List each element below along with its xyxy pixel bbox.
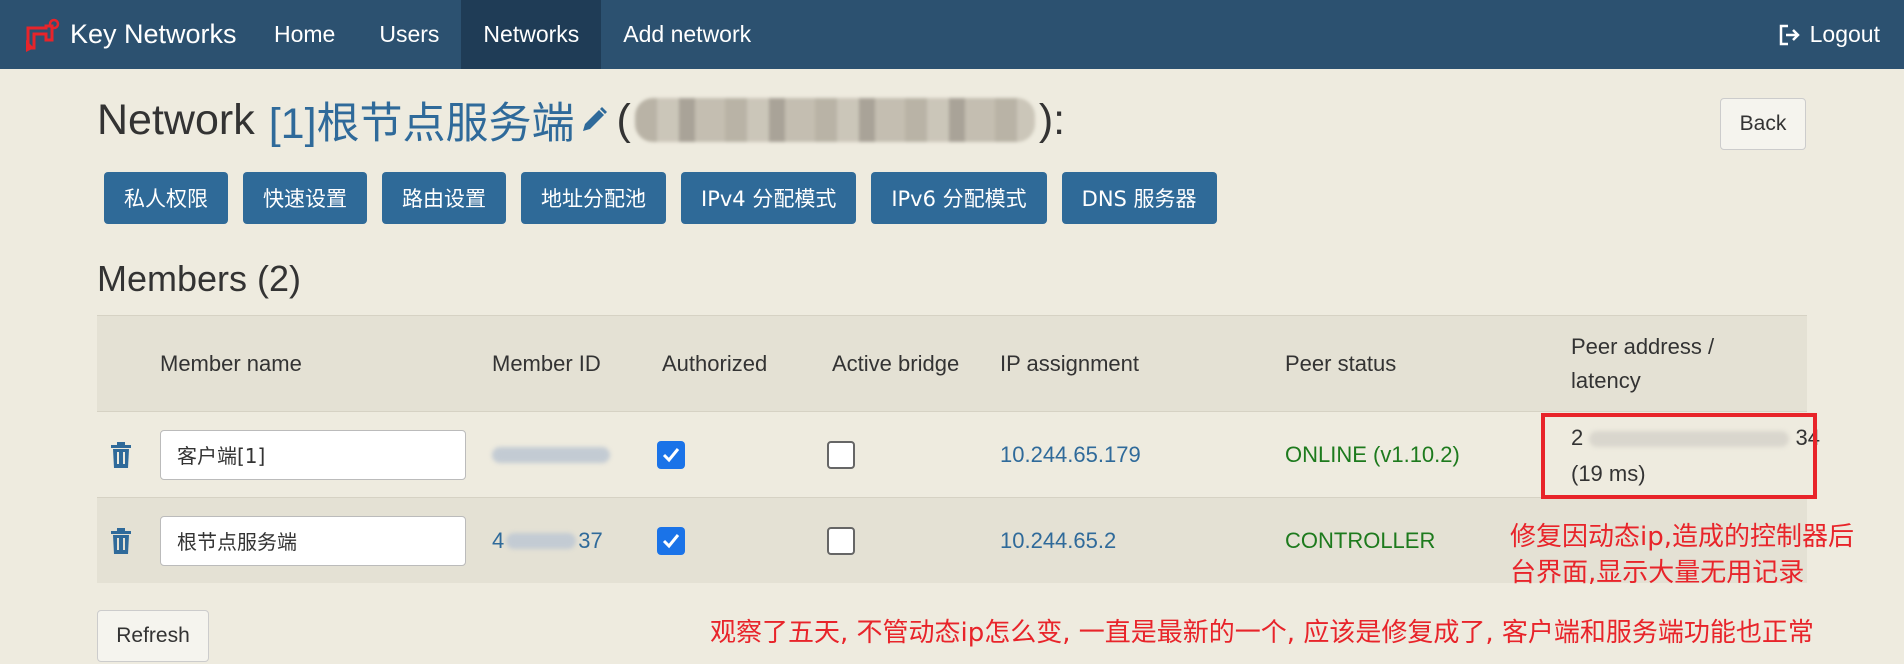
col-ip-assignment: IP assignment xyxy=(1000,350,1140,376)
logout-icon xyxy=(1779,24,1800,45)
annotation-line1: 修复因动态ip,造成的控制器后 xyxy=(1510,522,1854,552)
col-member-name: Member name xyxy=(160,350,302,376)
col-peer-address-line1: Peer address / xyxy=(1571,333,1715,359)
member-id-suffix: 37 xyxy=(578,527,603,553)
brand-label: Key Networks xyxy=(70,19,237,49)
network-name[interactable]: [1]根节点服务端 xyxy=(269,89,575,151)
authorized-checkbox[interactable] xyxy=(657,526,685,555)
col-member-id: Member ID xyxy=(492,350,601,376)
ip-assignment-link[interactable]: 10.244.65.2 xyxy=(1000,498,1116,583)
annotation-line2: 台界面,显示大量无用记录 xyxy=(1510,558,1805,588)
trash-icon xyxy=(111,441,131,468)
ip-assignment-link[interactable]: 10.244.65.179 xyxy=(1000,412,1141,497)
redacted-member-id xyxy=(506,532,577,549)
open-paren: ( xyxy=(616,95,631,144)
peer-status: ONLINE (v1.10.2) xyxy=(1285,441,1460,467)
member-name-input[interactable]: 客户端[1] xyxy=(160,429,466,480)
member-name-input[interactable]: 根节点服务端 xyxy=(160,515,466,566)
key-logo-icon xyxy=(26,18,60,52)
trash-icon xyxy=(111,527,131,554)
ipv4-mode-button[interactable]: IPv4 分配模式 xyxy=(681,172,857,224)
nav-home[interactable]: Home xyxy=(252,0,357,69)
annotation-highlight-box xyxy=(1541,413,1817,499)
redacted-address xyxy=(634,98,1035,142)
members-heading: Members (2) xyxy=(97,258,302,299)
quick-settings-button[interactable]: 快速设置 xyxy=(243,172,367,224)
page-title: Network [1]根节点服务端 ( ): xyxy=(97,90,1065,150)
private-permissions-button[interactable]: 私人权限 xyxy=(104,172,228,224)
back-button[interactable]: Back xyxy=(1720,98,1806,150)
brand[interactable]: Key Networks xyxy=(0,0,252,69)
peer-status: CONTROLLER xyxy=(1285,527,1436,553)
member-id-prefix: 4 xyxy=(492,527,505,553)
logout-label: Logout xyxy=(1809,21,1880,47)
active-bridge-checkbox[interactable] xyxy=(827,440,855,469)
dns-server-button[interactable]: DNS 服务器 xyxy=(1061,172,1217,224)
col-peer-status: Peer status xyxy=(1285,350,1397,376)
check-icon xyxy=(662,447,680,462)
annotation-line3: 观察了五天, 不管动态ip怎么变, 一直是最新的一个, 应该是修复成了, 客户端… xyxy=(710,618,1814,648)
member-id-link[interactable] xyxy=(492,412,610,497)
route-settings-button[interactable]: 路由设置 xyxy=(382,172,506,224)
navbar: Key Networks Home Users Networks Add net… xyxy=(0,0,1904,69)
pencil-icon[interactable] xyxy=(579,105,609,135)
table-header: Member name Member ID Authorized Active … xyxy=(97,315,1807,411)
close-paren: ): xyxy=(1038,95,1066,144)
redacted-member-id xyxy=(492,446,610,463)
delete-member-button[interactable] xyxy=(110,412,132,497)
nav-users[interactable]: Users xyxy=(357,0,461,69)
delete-member-button[interactable] xyxy=(110,498,132,583)
network-toolbar: 私人权限 快速设置 路由设置 地址分配池 IPv4 分配模式 IPv6 分配模式… xyxy=(104,172,1217,224)
nav-add-network[interactable]: Add network xyxy=(601,0,773,69)
address-pool-button[interactable]: 地址分配池 xyxy=(521,172,666,224)
logout-link[interactable]: Logout xyxy=(1778,0,1904,69)
ipv6-mode-button[interactable]: IPv6 分配模式 xyxy=(871,172,1047,224)
col-peer-address-line2: latency xyxy=(1571,367,1641,393)
authorized-checkbox[interactable] xyxy=(657,440,685,469)
col-peer-address: Peer address / latency xyxy=(1571,316,1714,411)
col-authorized: Authorized xyxy=(662,350,768,376)
check-icon xyxy=(662,533,680,548)
active-bridge-checkbox[interactable] xyxy=(827,526,855,555)
nav-networks[interactable]: Networks xyxy=(461,0,602,69)
col-active-bridge: Active bridge xyxy=(832,350,960,376)
network-prefix: Network xyxy=(97,95,255,144)
refresh-button[interactable]: Refresh xyxy=(97,610,209,662)
